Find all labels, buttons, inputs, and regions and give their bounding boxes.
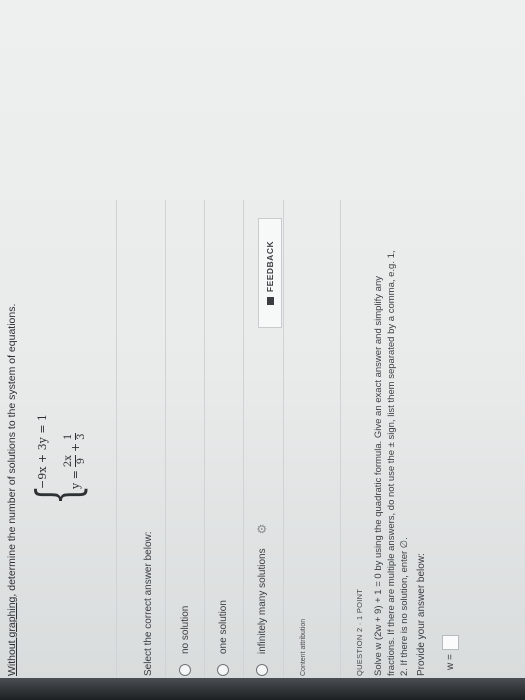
fraction-1-over-3: 1 3: [62, 433, 88, 440]
answer-input[interactable]: [442, 635, 459, 651]
equation-2-lhs: y =: [68, 470, 82, 489]
question-1-prompt-rest: , determine the number of solutions to t…: [6, 303, 18, 597]
feedback-label: FEEDBACK: [265, 240, 275, 293]
radio-button[interactable]: [179, 664, 191, 676]
equation-1: −9x + 3y = 1: [36, 413, 49, 489]
divider: [204, 200, 205, 678]
fraction-2x-over-9: 2x 9: [62, 455, 88, 468]
divider: [283, 200, 284, 678]
feedback-button[interactable]: FEEDBACK: [258, 218, 282, 328]
radio-button[interactable]: [217, 664, 229, 676]
question-1-prompt: Without graphing, determine the number o…: [6, 304, 18, 676]
loading-spinner-icon: ⚙: [255, 523, 269, 535]
equation-system: { −9x + 3y = 1 y = 2x 9 + 1 3: [24, 375, 100, 505]
option-label: infinitely many solutions: [256, 548, 268, 654]
screen: Without graphing, determine the number o…: [0, 0, 525, 678]
select-answer-prompt: Select the correct answer below:: [143, 531, 154, 676]
fraction-denominator: 3: [75, 433, 87, 440]
comment-icon: [266, 297, 274, 306]
option-label: no solution: [179, 605, 191, 654]
divider: [165, 200, 166, 678]
content-attribution-link[interactable]: Content attribution: [300, 619, 307, 676]
answer-row: w =: [442, 635, 459, 670]
provide-answer-prompt: Provide your answer below:: [416, 553, 427, 676]
question-2-text: Solve w (2w + 9) + 1 = 0 by using the qu…: [373, 250, 410, 676]
device-bezel: [0, 678, 525, 700]
radio-button[interactable]: [256, 664, 268, 676]
option-label: one solution: [217, 600, 229, 654]
question-2-header: QUESTION 2 · 1 POINT: [355, 588, 364, 676]
question-1-prompt-emphasis: Without graphing: [6, 596, 18, 676]
option-no-solution[interactable]: no solution: [170, 216, 200, 676]
fraction-numerator: 1: [62, 433, 74, 440]
option-one-solution[interactable]: one solution: [208, 216, 238, 676]
answer-variable-label: w =: [445, 654, 456, 670]
divider: [243, 200, 244, 678]
question-page: Without graphing, determine the number o…: [0, 0, 525, 678]
divider: [116, 200, 117, 678]
fraction-denominator: 9: [75, 457, 87, 465]
fraction-numerator: 2x: [62, 455, 74, 468]
plus-sign: +: [68, 442, 82, 453]
divider: [340, 200, 341, 678]
equation-2: y = 2x 9 + 1 3: [58, 430, 92, 489]
